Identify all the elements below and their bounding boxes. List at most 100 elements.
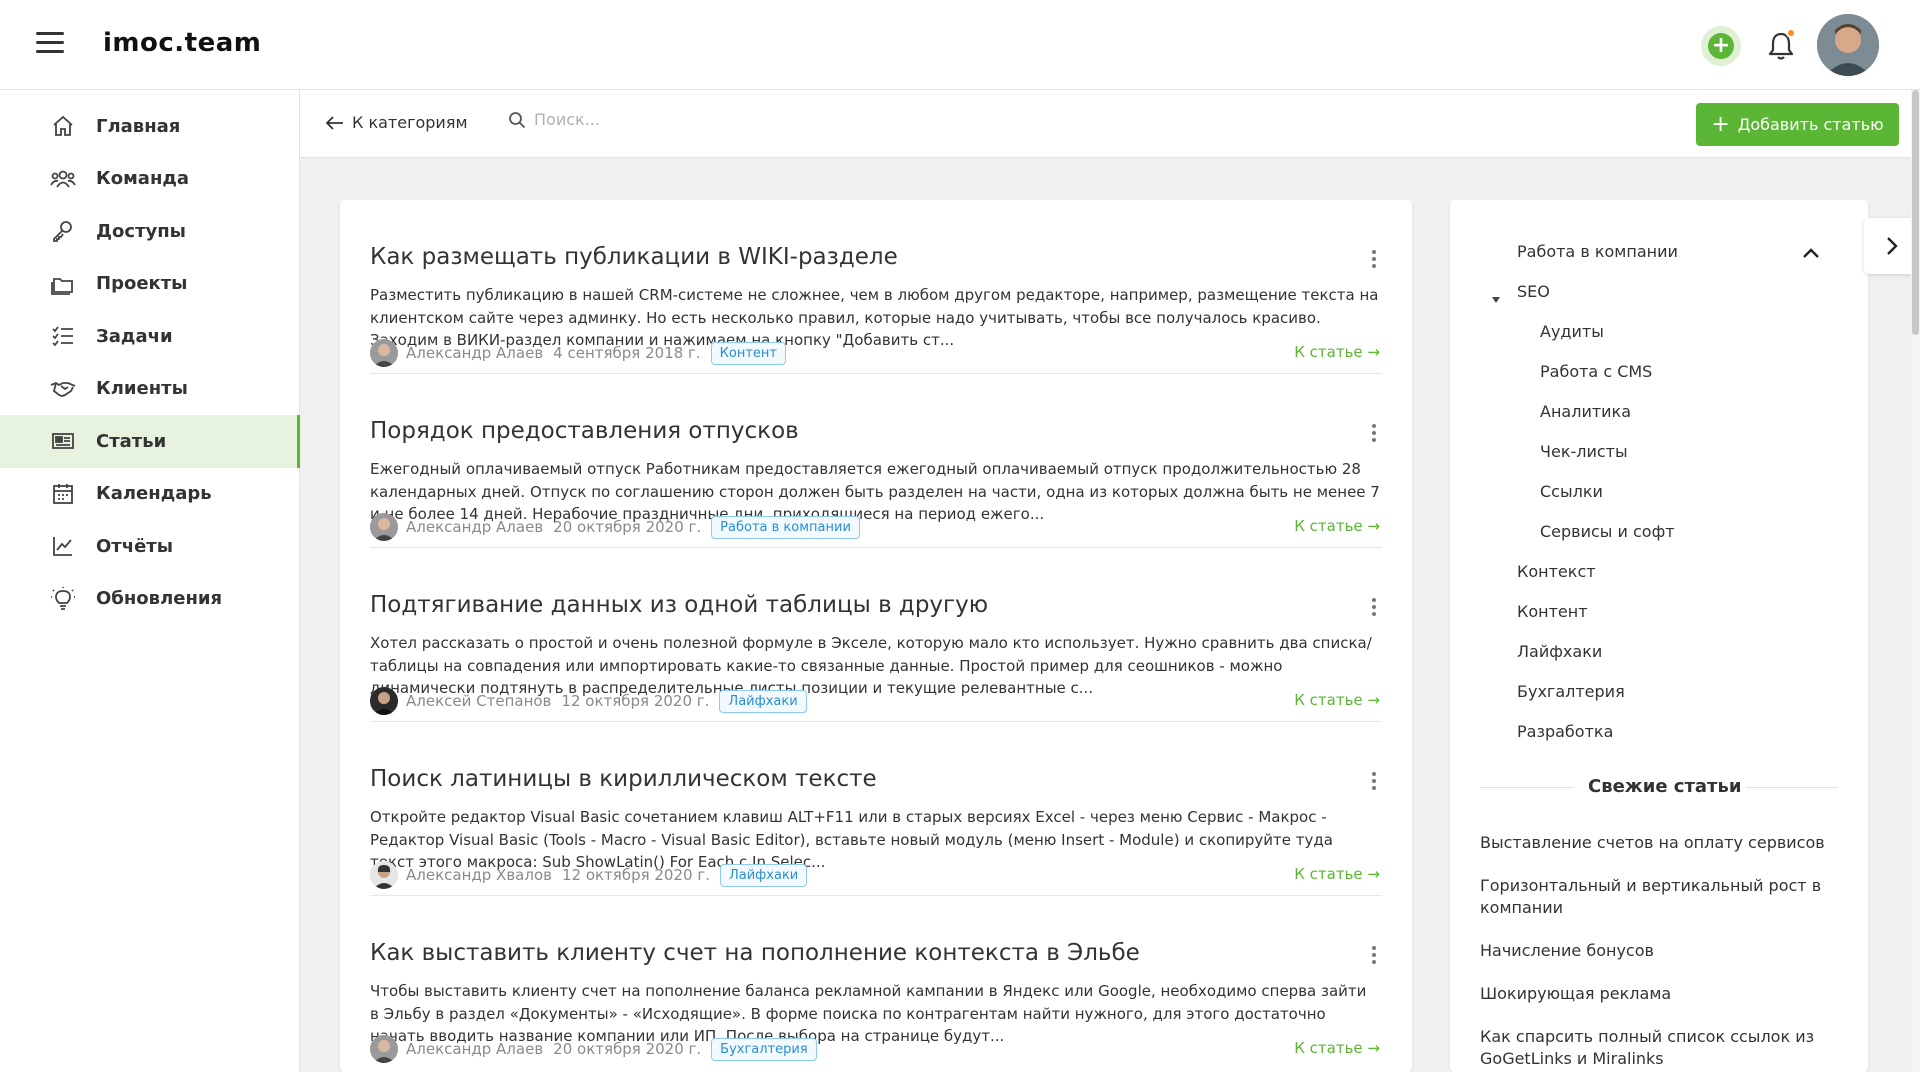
handshake-icon bbox=[50, 376, 76, 402]
read-article-link[interactable]: К статье → bbox=[1294, 517, 1380, 535]
scrollbar-thumb[interactable] bbox=[1912, 90, 1919, 335]
more-vertical-icon[interactable] bbox=[1366, 946, 1382, 968]
article-title[interactable]: Как выставить клиенту счет на пополнение… bbox=[370, 940, 1140, 966]
article-title[interactable]: Порядок предоставления отпусков bbox=[370, 418, 799, 444]
add-article-label: Добавить статью bbox=[1737, 115, 1884, 134]
tasks-icon bbox=[50, 323, 76, 349]
article-date: 12 октября 2020 г. bbox=[561, 692, 710, 710]
folder-icon bbox=[50, 271, 76, 297]
category-context[interactable]: Контекст bbox=[1517, 562, 1596, 581]
article-meta: Александр Алаев 20 октября 2020 г. Бухга… bbox=[370, 1035, 817, 1063]
sidebar-item-home[interactable]: Главная bbox=[0, 100, 299, 153]
sidebar-item-updates[interactable]: Обновления bbox=[0, 573, 299, 626]
author-avatar bbox=[370, 687, 398, 715]
fresh-article-link[interactable]: Начисление бонусов bbox=[1480, 940, 1830, 962]
article-title[interactable]: Как размещать публикации в WIKI-разделе bbox=[370, 244, 898, 270]
article-card: Поиск латиницы в кириллическом тексте От… bbox=[370, 722, 1382, 896]
article-author[interactable]: Алексей Степанов bbox=[406, 692, 551, 710]
chevron-up-icon[interactable] bbox=[1802, 244, 1820, 258]
sidebar-item-label: Проекты bbox=[96, 273, 188, 295]
article-author[interactable]: Александр Хвалов bbox=[406, 866, 552, 884]
fresh-article-link[interactable]: Горизонтальный и вертикальный рост в ком… bbox=[1480, 875, 1830, 919]
fresh-article-link[interactable]: Как спарсить полный список ссылок из GoG… bbox=[1480, 1026, 1830, 1070]
more-vertical-icon[interactable] bbox=[1366, 250, 1382, 272]
scrollbar[interactable] bbox=[1911, 90, 1920, 1072]
quick-add-button[interactable]: + bbox=[1701, 26, 1741, 66]
search-input[interactable] bbox=[534, 110, 734, 129]
sidebar-item-label: Задачи bbox=[96, 325, 173, 347]
articles-list: Как размещать публикации в WIKI-разделе … bbox=[340, 200, 1412, 1072]
category-seo[interactable]: SEO bbox=[1517, 282, 1550, 301]
sidebar-item-label: Главная bbox=[96, 115, 181, 137]
read-article-link[interactable]: К статье → bbox=[1294, 1039, 1380, 1057]
article-tag[interactable]: Контент bbox=[710, 341, 786, 365]
author-avatar bbox=[370, 513, 398, 541]
menu-burger-icon[interactable] bbox=[36, 32, 64, 58]
sidebar-item-projects[interactable]: Проекты bbox=[0, 258, 299, 311]
article-meta: Александр Алаев 4 сентября 2018 г. Конте… bbox=[370, 339, 786, 367]
notifications-bell-icon[interactable] bbox=[1766, 28, 1796, 62]
article-tag[interactable]: Лайфхаки bbox=[719, 689, 807, 713]
sidebar-item-clients[interactable]: Клиенты bbox=[0, 363, 299, 416]
article-date: 20 октября 2020 г. bbox=[553, 518, 702, 536]
sidebar-item-reports[interactable]: Отчёты bbox=[0, 520, 299, 573]
sidebar-item-label: Доступы bbox=[96, 220, 186, 242]
article-tag[interactable]: Бухгалтерия bbox=[711, 1037, 817, 1061]
sidebar-item-calendar[interactable]: Календарь bbox=[0, 468, 299, 521]
more-vertical-icon[interactable] bbox=[1366, 424, 1382, 446]
category-work[interactable]: Работа в компании bbox=[1517, 242, 1678, 261]
home-icon bbox=[50, 113, 76, 139]
sidebar-item-label: Обновления bbox=[96, 588, 223, 610]
plus-icon: + bbox=[1711, 111, 1730, 137]
fresh-article-link[interactable]: Выставление счетов на оплату сервисов bbox=[1480, 832, 1830, 854]
back-to-categories-link[interactable]: К категориям bbox=[326, 113, 468, 132]
article-card: Подтягивание данных из одной таблицы в д… bbox=[370, 548, 1382, 722]
article-tag[interactable]: Лайфхаки bbox=[719, 863, 808, 887]
sidebar-item-access[interactable]: Доступы bbox=[0, 205, 299, 258]
sidebar-item-team[interactable]: Команда bbox=[0, 153, 299, 206]
article-author[interactable]: Александр Алаев bbox=[406, 1040, 543, 1058]
category-audits[interactable]: Аудиты bbox=[1540, 322, 1604, 341]
arrow-left-icon bbox=[326, 115, 343, 130]
article-meta: Александр Хвалов 12 октября 2020 г. Лайф… bbox=[370, 861, 808, 889]
article-title[interactable]: Подтягивание данных из одной таблицы в д… bbox=[370, 592, 988, 618]
category-lifehacks[interactable]: Лайфхаки bbox=[1517, 642, 1602, 661]
search-box bbox=[508, 110, 734, 129]
article-meta: Алексей Степанов 12 октября 2020 г. Лайф… bbox=[370, 687, 807, 715]
article-title[interactable]: Поиск латиницы в кириллическом тексте bbox=[370, 766, 877, 792]
category-content[interactable]: Контент bbox=[1517, 602, 1588, 621]
fresh-articles-title: Свежие статьи bbox=[1588, 776, 1742, 797]
sidebar-item-label: Команда bbox=[96, 168, 190, 190]
sidebar: Главная Команда Доступы Проекты Задачи К… bbox=[0, 90, 300, 1072]
sidebar-item-label: Отчёты bbox=[96, 535, 174, 557]
read-article-link[interactable]: К статье → bbox=[1294, 691, 1380, 709]
category-analytics[interactable]: Аналитика bbox=[1540, 402, 1631, 421]
bulb-icon bbox=[50, 586, 76, 612]
article-date: 20 октября 2020 г. bbox=[553, 1040, 702, 1058]
user-avatar[interactable] bbox=[1817, 14, 1879, 76]
read-article-link[interactable]: К статье → bbox=[1294, 343, 1380, 361]
add-article-button[interactable]: + Добавить статью bbox=[1696, 103, 1899, 146]
author-avatar bbox=[370, 339, 398, 367]
category-accounting[interactable]: Бухгалтерия bbox=[1517, 682, 1625, 701]
category-checklists[interactable]: Чек-листы bbox=[1540, 442, 1628, 461]
category-cms[interactable]: Работа с CMS bbox=[1540, 362, 1652, 381]
sidebar-item-articles[interactable]: Статьи bbox=[0, 415, 300, 468]
category-services[interactable]: Сервисы и софт bbox=[1540, 522, 1675, 541]
notification-dot bbox=[1786, 28, 1796, 38]
search-icon bbox=[509, 111, 526, 128]
sidebar-item-tasks[interactable]: Задачи bbox=[0, 310, 299, 363]
more-vertical-icon[interactable] bbox=[1366, 772, 1382, 794]
read-article-link[interactable]: К статье → bbox=[1294, 865, 1380, 883]
article-card: Как выставить клиенту счет на пополнение… bbox=[370, 896, 1382, 1070]
category-development[interactable]: Разработка bbox=[1517, 722, 1613, 741]
article-author[interactable]: Александр Алаев bbox=[406, 518, 543, 536]
more-vertical-icon[interactable] bbox=[1366, 598, 1382, 620]
fresh-article-link[interactable]: Шокирующая реклама bbox=[1480, 983, 1830, 1005]
article-tag[interactable]: Работа в компании bbox=[711, 515, 860, 539]
category-links[interactable]: Ссылки bbox=[1540, 482, 1603, 501]
sidebar-item-label: Статьи bbox=[96, 430, 167, 452]
caret-down-icon[interactable] bbox=[1490, 289, 1502, 303]
logo[interactable]: imoc.team bbox=[103, 28, 261, 58]
article-author[interactable]: Александр Алаев bbox=[406, 344, 543, 362]
